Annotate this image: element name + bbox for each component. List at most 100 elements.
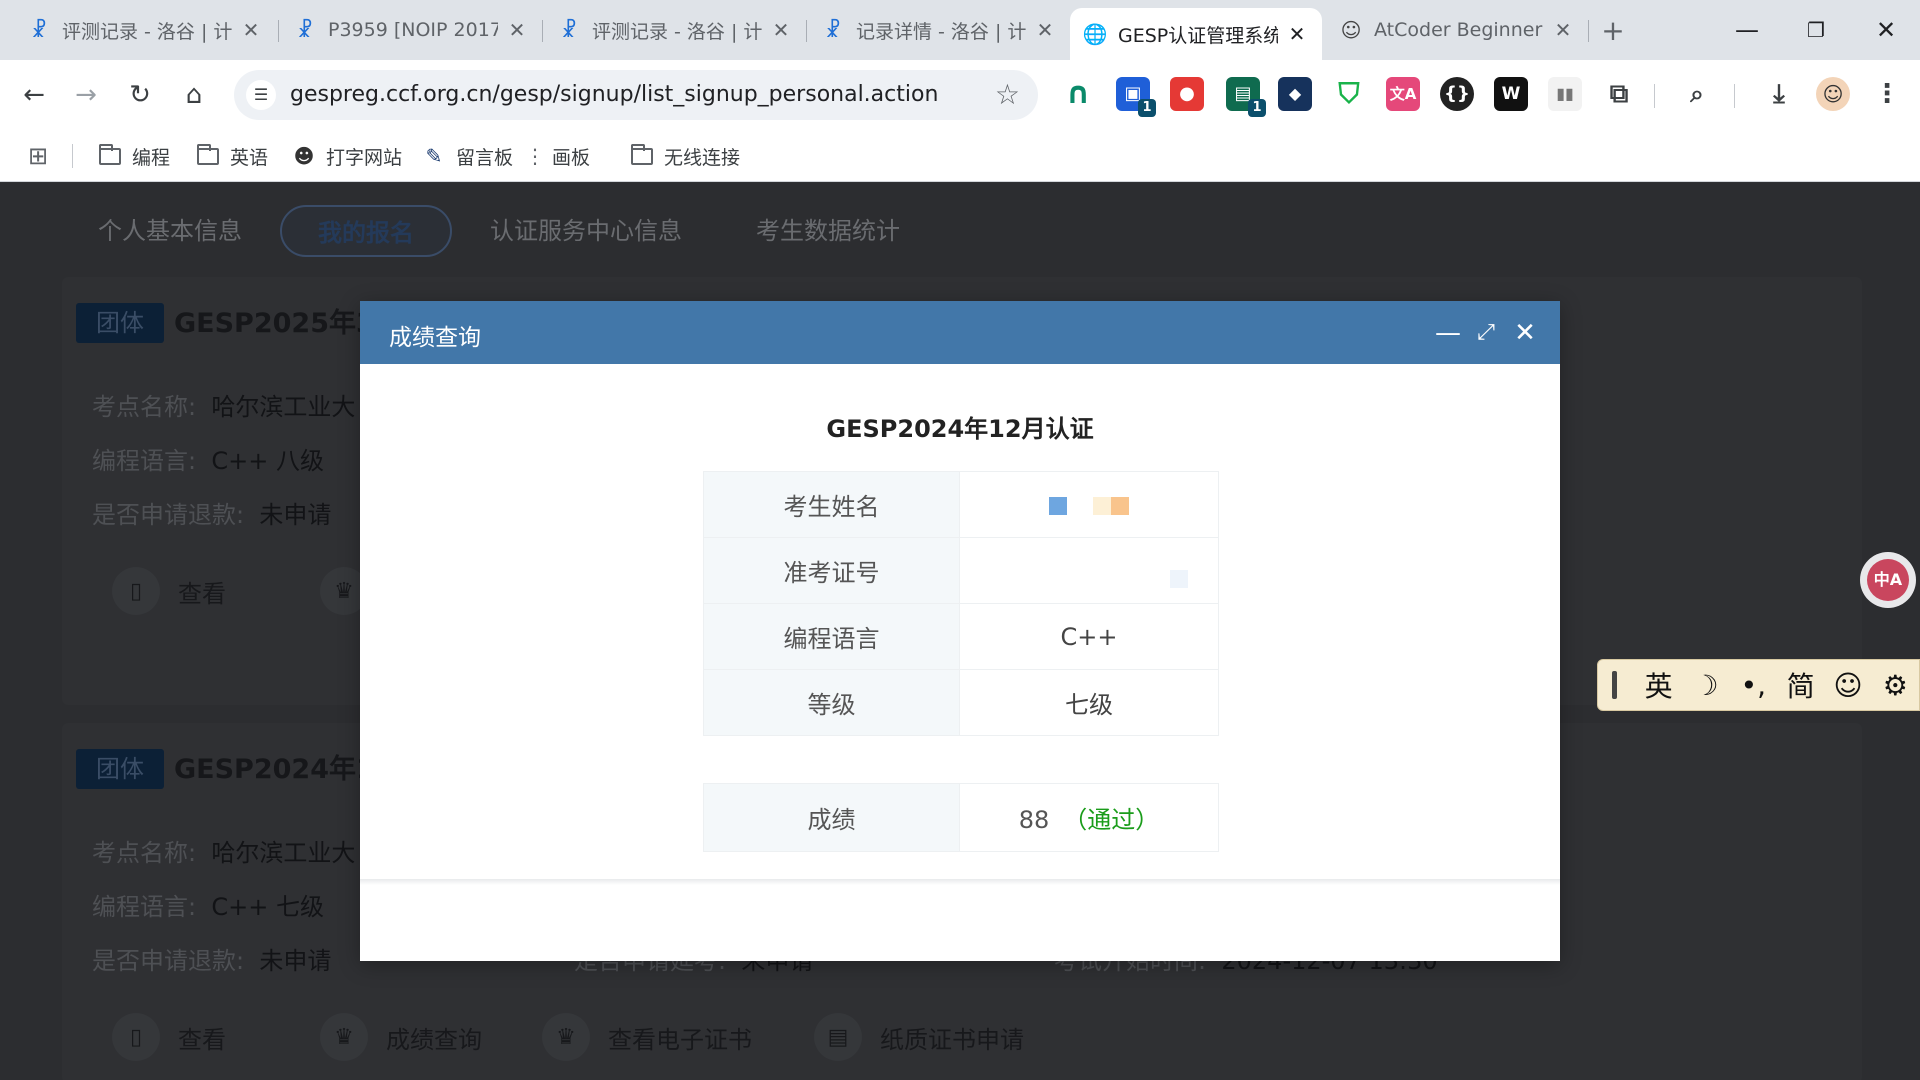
- score-query-dialog: 成绩查询 — ⤢ ✕ GESP2024年12月认证 考生姓名 准考证号 编程语言…: [360, 301, 1560, 961]
- bookmark-label: 英语: [230, 146, 269, 169]
- toolbar-separator: [1734, 84, 1735, 108]
- floating-translate-button[interactable]: 中A: [1860, 552, 1916, 608]
- minimize-window-icon[interactable]: —: [1727, 10, 1767, 50]
- emoji-icon[interactable]: ☺: [1824, 669, 1871, 702]
- extension-dark-icon[interactable]: ◆: [1278, 77, 1312, 111]
- close-icon[interactable]: ✕: [1286, 23, 1308, 45]
- language-field: 编程语言: C++ 七级: [92, 893, 324, 921]
- tab-search-icon[interactable]: ⌕: [1680, 77, 1714, 111]
- bookmark-separator: [72, 144, 73, 168]
- back-icon[interactable]: ←: [14, 75, 54, 115]
- bookmark-folder-2[interactable]: 英语: [196, 140, 268, 172]
- home-icon[interactable]: ⌂: [174, 75, 214, 115]
- tab-separator: [278, 20, 279, 42]
- ime-simplified-toggle[interactable]: 简: [1777, 665, 1824, 705]
- forward-icon[interactable]: →: [66, 75, 106, 115]
- drawing-board-icon: ⋮: [525, 144, 545, 168]
- close-icon[interactable]: ✕: [770, 19, 792, 41]
- candidate-info-table: 考生姓名 准考证号 编程语言 C++ 等级 七级: [703, 471, 1219, 736]
- maximize-icon[interactable]: ⤢: [1471, 318, 1501, 348]
- view-button[interactable]: ▯ 查看: [112, 567, 226, 615]
- browser-tab-1[interactable]: ☧ 评测记录 - 洛谷 | 计 ✕: [14, 8, 276, 52]
- bookmark-drawing-board[interactable]: ⋮ 画板: [525, 140, 590, 172]
- minimize-icon[interactable]: —: [1433, 318, 1463, 348]
- row-label: 等级: [703, 669, 960, 736]
- score-query-button[interactable]: ♛ 成绩查询: [320, 1013, 482, 1061]
- folder-icon: [196, 143, 220, 167]
- bookmark-typing-site[interactable]: ☻ 打字网站: [292, 140, 402, 172]
- paper-certificate-button[interactable]: ▤ 纸质证书申请: [814, 1013, 1024, 1061]
- punctuation-icon[interactable]: •,: [1730, 669, 1777, 702]
- group-badge: 团体: [76, 749, 164, 789]
- profile-avatar[interactable]: ☺: [1816, 77, 1850, 111]
- moon-icon[interactable]: ☽: [1682, 669, 1729, 702]
- nav-tab-personal-info[interactable]: 个人基本信息: [98, 205, 242, 257]
- browser-tab-active[interactable]: 🌐 GESP认证管理系统 ✕: [1070, 8, 1322, 60]
- close-icon[interactable]: ✕: [506, 19, 528, 41]
- globe-icon: 🌐: [1082, 22, 1108, 46]
- nav-tab-my-signup[interactable]: 我的报名: [280, 205, 452, 257]
- extensions-puzzle-icon[interactable]: ⧉: [1602, 77, 1636, 111]
- redacted-mark: [1049, 496, 1068, 515]
- extension-green-badge-icon[interactable]: ▤ 1: [1226, 77, 1266, 117]
- browser-tab-6[interactable]: ☺ AtCoder Beginner ✕: [1326, 8, 1588, 52]
- browser-menu-icon[interactable]: ⋮: [1870, 77, 1904, 111]
- row-label: 考生姓名: [703, 471, 960, 538]
- typing-site-icon: ☻: [293, 144, 315, 168]
- score-cell: 88 （通过）: [959, 783, 1219, 852]
- browser-tab-2[interactable]: ☧ P3959 [NOIP 2017 ✕: [280, 8, 542, 52]
- tab-title: P3959 [NOIP 2017: [328, 19, 498, 41]
- tab-title: 评测记录 - 洛谷 | 计: [592, 20, 762, 43]
- view-button[interactable]: ▯ 查看: [112, 1013, 226, 1061]
- new-tab-button[interactable]: +: [1598, 16, 1628, 46]
- extension-translate-icon[interactable]: 文A: [1386, 77, 1420, 111]
- download-icon[interactable]: ⤓: [1762, 77, 1796, 111]
- tab-separator: [542, 20, 543, 42]
- close-window-icon[interactable]: ✕: [1866, 10, 1906, 50]
- close-icon[interactable]: ✕: [1034, 19, 1056, 41]
- extension-w-icon[interactable]: W: [1494, 77, 1528, 111]
- score-table: 成绩 88 （通过）: [703, 783, 1219, 852]
- browser-tab-3[interactable]: ☧ 评测记录 - 洛谷 | 计 ✕: [544, 8, 806, 52]
- bookmarks-bar: ⊞ 编程 英语 ☻ 打字网站 ✎ 留言板 ⋮ 画板 无线连接: [0, 130, 1920, 182]
- url-text[interactable]: gespreg.ccf.org.cn/gesp/signup/list_sign…: [290, 82, 938, 107]
- extension-shield-icon[interactable]: ⛉: [1332, 77, 1366, 111]
- bookmark-folder-1[interactable]: 编程: [98, 140, 170, 172]
- settings-gear-icon[interactable]: ⚙: [1872, 669, 1919, 702]
- close-icon[interactable]: ✕: [240, 19, 262, 41]
- site-info-icon[interactable]: ☰: [246, 80, 276, 110]
- extension-red-icon[interactable]: ●: [1170, 77, 1204, 111]
- ime-language-toggle[interactable]: 英: [1635, 665, 1682, 705]
- redacted-mark: [1170, 569, 1188, 588]
- bookmark-star-icon[interactable]: ☆: [995, 78, 1020, 111]
- extension-badge-count: 1: [1138, 99, 1156, 117]
- address-bar[interactable]: ☰ gespreg.ccf.org.cn/gesp/signup/list_si…: [234, 70, 1038, 120]
- folder-icon: [630, 143, 654, 167]
- close-icon[interactable]: ✕: [1552, 19, 1574, 41]
- bookmark-label: 留言板: [456, 146, 514, 169]
- language-value: C++: [959, 603, 1219, 670]
- browser-tab-4[interactable]: ☧ 记录详情 - 洛谷 | 计 ✕: [808, 8, 1070, 52]
- translate-icon: 中A: [1867, 559, 1909, 601]
- extension-chart-icon[interactable]: ▮▮: [1548, 77, 1582, 111]
- nav-tab-statistics[interactable]: 考生数据统计: [756, 205, 900, 257]
- apps-grid-icon[interactable]: ⊞: [26, 140, 60, 172]
- drag-handle[interactable]: [1612, 671, 1617, 699]
- refund-field: 是否申请退款: 未申请: [92, 501, 332, 529]
- bookmark-message-board[interactable]: ✎ 留言板: [422, 140, 513, 172]
- reload-icon[interactable]: ↻: [120, 75, 160, 115]
- luogu-icon: ☧: [825, 18, 841, 42]
- table-row: 准考证号: [703, 537, 1219, 604]
- tab-title: AtCoder Beginner: [1374, 19, 1543, 41]
- extension-arch-icon[interactable]: ∩: [1061, 77, 1095, 111]
- atcoder-icon: ☺: [1340, 18, 1362, 42]
- nav-tab-service-center[interactable]: 认证服务中心信息: [490, 205, 682, 257]
- bookmark-folder-3[interactable]: 无线连接: [630, 140, 740, 172]
- view-certificate-button[interactable]: ♛ 查看电子证书: [542, 1013, 752, 1061]
- restore-window-icon[interactable]: ❐: [1796, 10, 1836, 50]
- tab-separator: [1588, 20, 1589, 42]
- close-icon[interactable]: ✕: [1510, 318, 1540, 348]
- extension-json-icon[interactable]: {}: [1440, 77, 1474, 111]
- row-label: 准考证号: [703, 537, 960, 604]
- extension-badge-icon[interactable]: ▣ 1: [1116, 77, 1156, 117]
